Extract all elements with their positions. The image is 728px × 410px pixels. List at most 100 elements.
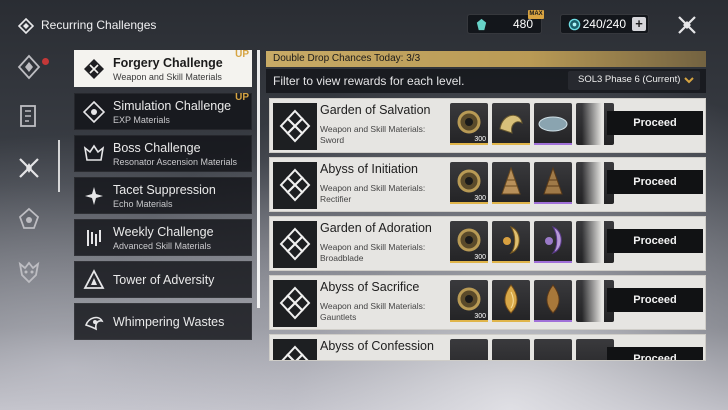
level-row-garden-of-adoration: Garden of Adoration Weapon and Skill Mat…	[269, 216, 706, 271]
waveplate-counter[interactable]: 240/240 +	[560, 14, 649, 34]
rarity-strip	[492, 261, 530, 263]
reward-item[interactable]	[534, 162, 572, 204]
close-icon[interactable]	[676, 14, 698, 36]
level-subtitle: Weapon and Skill Materials: Sword	[320, 124, 426, 145]
double-drop-text: Double Drop Chances Today: 3/3	[273, 53, 421, 64]
rarity-strip	[450, 261, 488, 263]
proceed-button[interactable]: Proceed	[607, 347, 703, 360]
lunite-icon	[476, 18, 487, 31]
level-name: Abyss of Confession	[320, 339, 434, 353]
reward-item[interactable]	[492, 221, 530, 263]
phase-dropdown[interactable]: SOL3 Phase 6 (Current)	[568, 71, 700, 90]
forgery-level-icon	[273, 339, 317, 360]
category-scrollbar[interactable]	[257, 50, 260, 308]
lunite-value: 480	[512, 17, 533, 31]
forgery-level-icon	[273, 221, 317, 268]
add-waveplate-button[interactable]: +	[632, 17, 646, 31]
reward-shell-credit[interactable]: 300	[450, 162, 488, 204]
chevron-down-icon	[684, 77, 694, 84]
proceed-button[interactable]: Proceed	[607, 229, 703, 253]
forgery-level-icon	[273, 280, 317, 327]
category-subtitle: Resonator Ascension Materials	[113, 157, 238, 167]
level-row-garden-of-salvation: Garden of Salvation Weapon and Skill Mat…	[269, 98, 706, 153]
level-name: Abyss of Sacrifice	[320, 280, 420, 294]
reward-item[interactable]	[492, 280, 530, 322]
category-subtitle: Echo Materials	[113, 199, 173, 209]
weekly-icon	[87, 230, 101, 246]
reward-item[interactable]	[450, 339, 488, 360]
rarity-strip	[450, 320, 488, 322]
rarity-strip	[534, 202, 572, 204]
rarity-strip	[534, 143, 572, 145]
rarity-strip	[492, 202, 530, 204]
nav-active-indicator	[58, 140, 60, 192]
category-simulation-challenge[interactable]: Simulation Challenge EXP Materials UP	[74, 92, 252, 130]
reward-item[interactable]	[534, 339, 572, 360]
reward-shell-credit[interactable]: 300	[450, 280, 488, 322]
rarity-strip	[450, 143, 488, 145]
proceed-button[interactable]: Proceed	[607, 288, 703, 312]
level-row-abyss-of-sacrifice: Abyss of Sacrifice Weapon and Skill Mate…	[269, 275, 706, 330]
double-drop-banner: Double Drop Chances Today: 3/3	[266, 51, 706, 67]
material-icon	[504, 284, 518, 314]
reward-item[interactable]	[534, 280, 572, 322]
level-panel: Double Drop Chances Today: 3/3 Filter to…	[266, 51, 706, 361]
category-boss-challenge[interactable]: Boss Challenge Resonator Ascension Mater…	[74, 135, 252, 172]
proceed-button[interactable]: Proceed	[607, 111, 703, 135]
nav-beast-icon[interactable]	[16, 259, 42, 285]
max-badge: MAX	[528, 10, 544, 19]
waveplate-icon	[568, 18, 581, 31]
category-name: Forgery Challenge	[113, 56, 223, 70]
page-title: Recurring Challenges	[41, 18, 157, 32]
nav-guidebook-icon[interactable]	[16, 54, 42, 80]
nav-crossed-swords-icon[interactable]	[16, 155, 42, 181]
reward-item[interactable]	[534, 103, 572, 145]
category-name: Tacet Suppression	[113, 183, 216, 197]
reward-item[interactable]	[492, 339, 530, 360]
tacet-icon	[85, 187, 103, 205]
category-subtitle: Weapon and Skill Materials	[113, 72, 222, 82]
forgery-icon	[84, 59, 104, 79]
tower-icon	[83, 269, 105, 289]
top-bar: Recurring Challenges 480 MAX 240/240 +	[0, 0, 728, 50]
category-tower-of-adversity[interactable]: Tower of Adversity	[74, 261, 252, 298]
category-name: Simulation Challenge	[113, 99, 232, 113]
up-badge: UP	[235, 92, 249, 103]
category-name: Boss Challenge	[113, 141, 201, 155]
row-fade	[582, 99, 604, 152]
material-icon	[546, 284, 560, 314]
rarity-strip	[450, 202, 488, 204]
reward-count: 300	[474, 195, 486, 202]
category-forgery-challenge[interactable]: Forgery Challenge Weapon and Skill Mater…	[74, 49, 252, 87]
simulation-icon	[83, 101, 105, 123]
category-subtitle: Advanced Skill Materials	[113, 241, 212, 251]
level-name: Garden of Adoration	[320, 221, 432, 235]
rarity-strip	[534, 261, 572, 263]
up-badge: UP	[235, 49, 249, 60]
material-icon	[543, 166, 563, 195]
rarity-strip	[492, 143, 530, 145]
rarity-strip	[534, 320, 572, 322]
material-icon	[503, 226, 520, 255]
reward-count: 300	[474, 254, 486, 261]
level-subtitle: Weapon and Skill Materials: Broadblade	[320, 242, 426, 263]
reward-item[interactable]	[492, 162, 530, 204]
back-icon[interactable]	[18, 18, 34, 34]
proceed-button[interactable]: Proceed	[607, 170, 703, 194]
phase-selected-label: SOL3 Phase 6 (Current)	[578, 74, 681, 85]
reward-item[interactable]	[534, 221, 572, 263]
reward-shell-credit[interactable]: 300	[450, 221, 488, 263]
category-tacet-suppression[interactable]: Tacet Suppression Echo Materials	[74, 177, 252, 214]
material-icon	[501, 166, 521, 195]
reward-count: 300	[474, 313, 486, 320]
category-weekly-challenge[interactable]: Weekly Challenge Advanced Skill Material…	[74, 219, 252, 256]
level-row-abyss-of-confession: Abyss of Confession Proceed	[269, 334, 706, 361]
nav-target-icon[interactable]	[16, 206, 42, 232]
nav-journal-icon[interactable]	[16, 103, 42, 129]
filter-bar: Filter to view rewards for each level. S…	[266, 69, 706, 93]
reward-item[interactable]	[492, 103, 530, 145]
category-whimpering-wastes[interactable]: Whimpering Wastes	[74, 303, 252, 340]
row-fade	[582, 276, 604, 329]
reward-shell-credit[interactable]: 300	[450, 103, 488, 145]
waveplate-value: 240/240	[582, 17, 626, 31]
